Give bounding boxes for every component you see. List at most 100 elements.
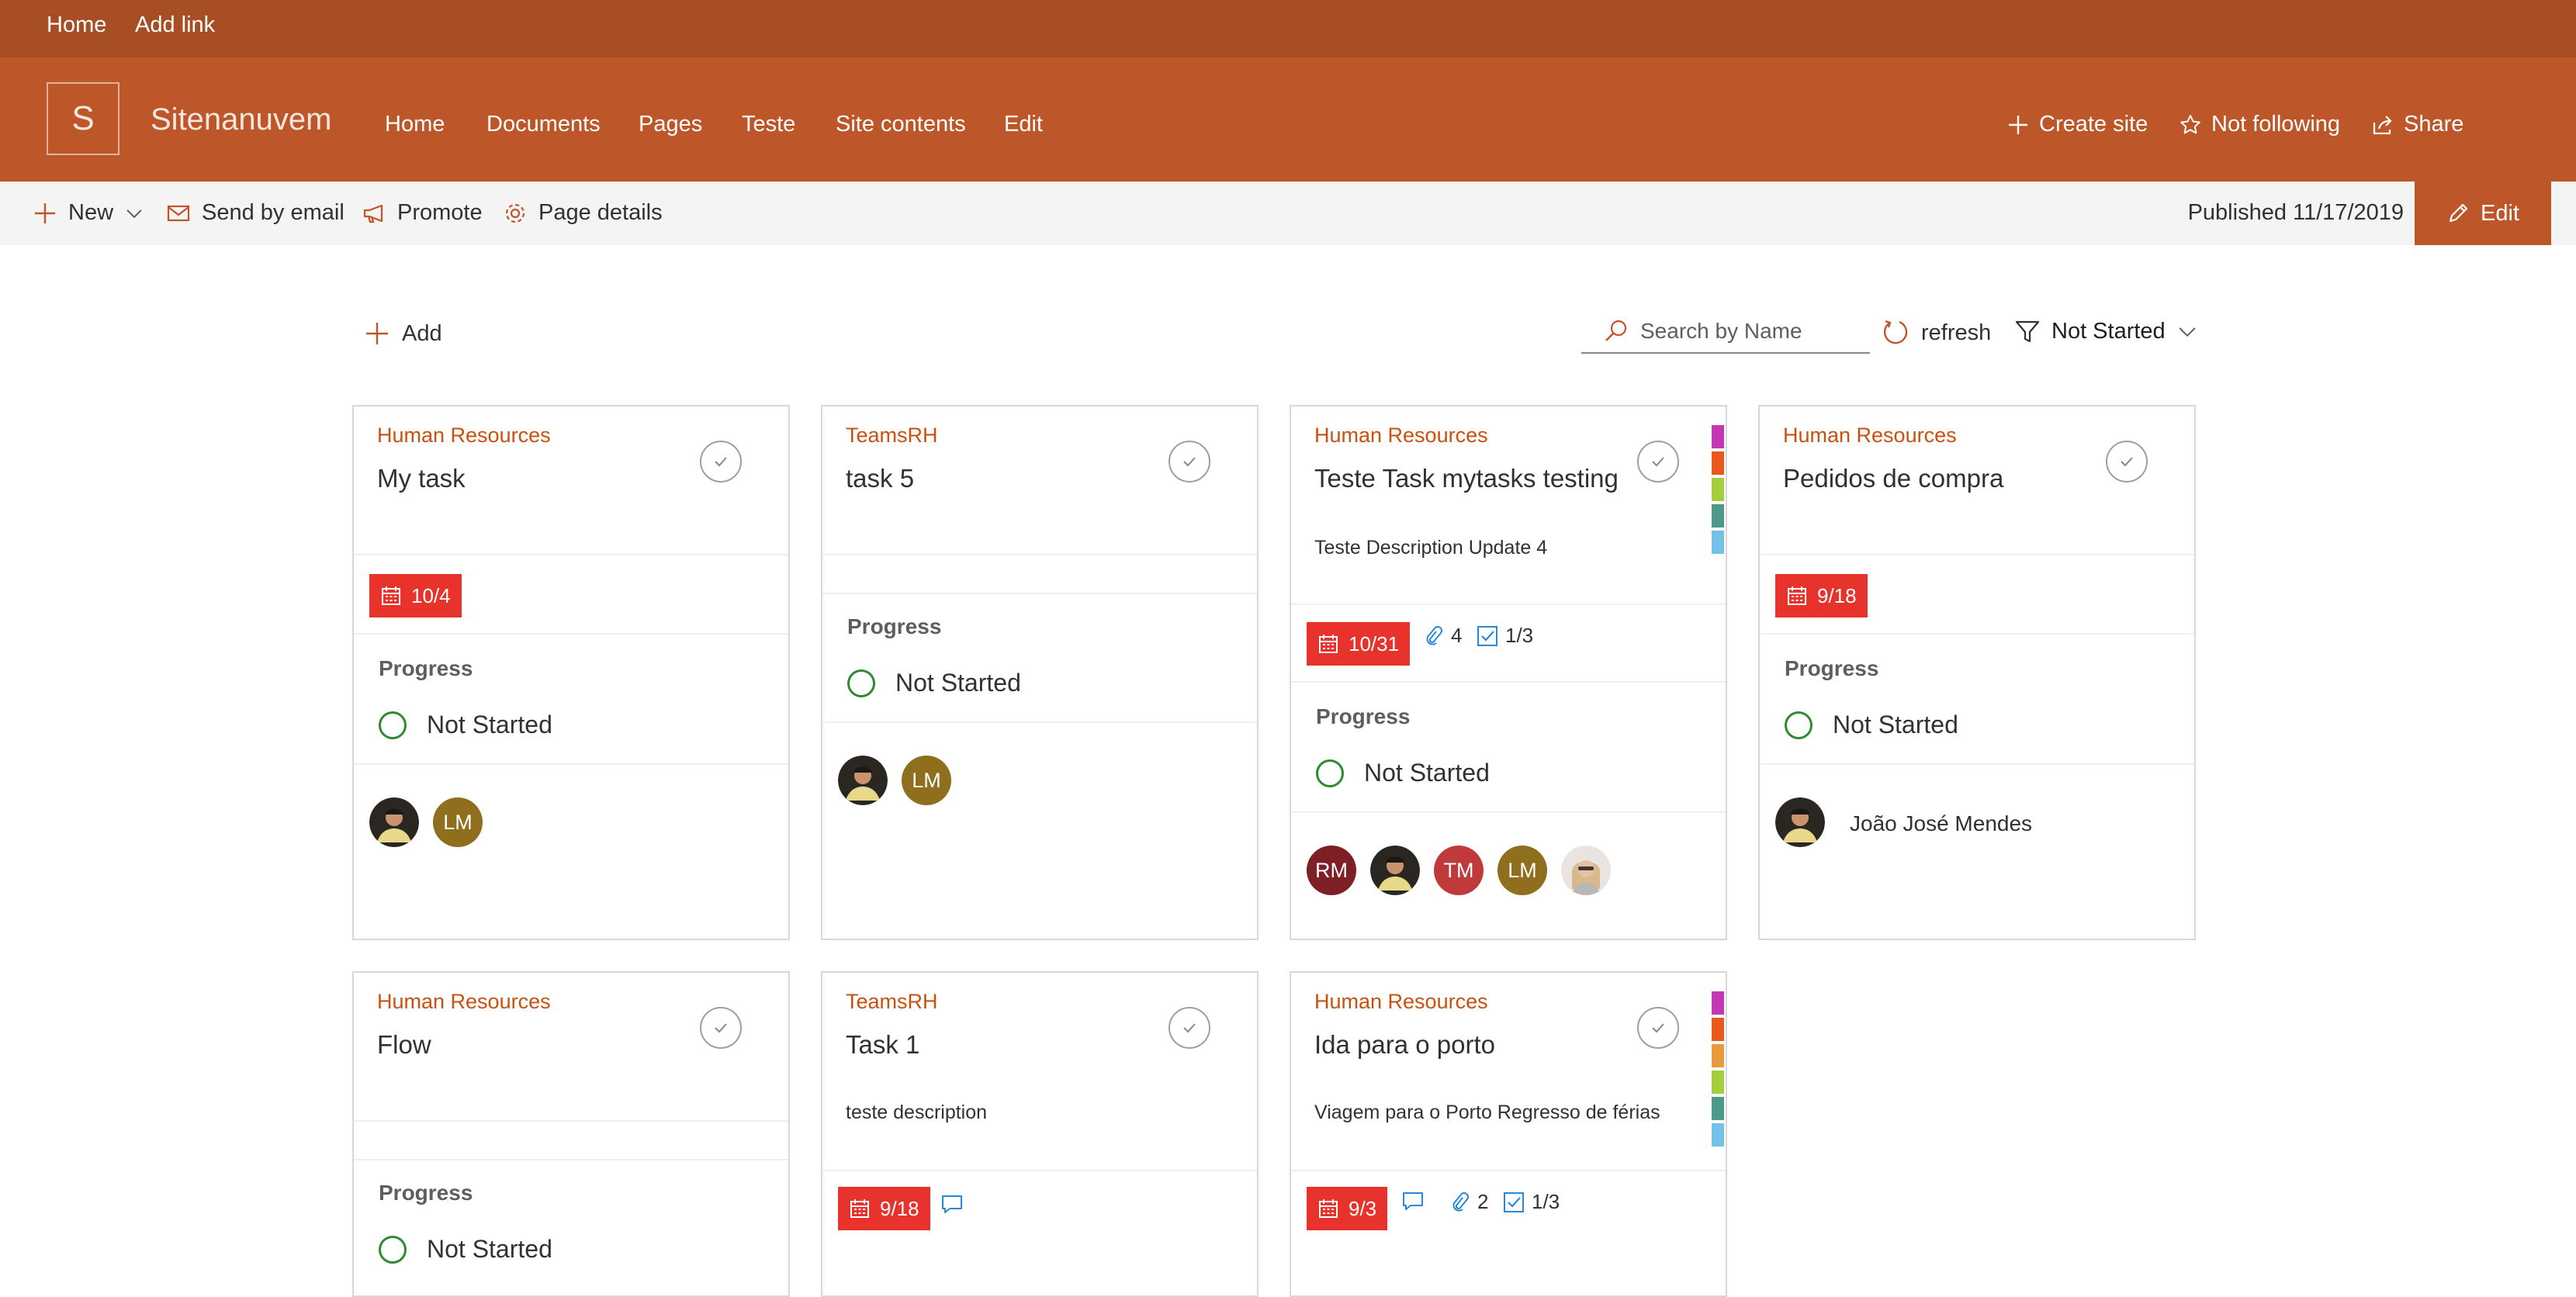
divider — [822, 721, 1257, 723]
task-title: Pedidos de compra — [1783, 464, 2004, 493]
avatar[interactable] — [1561, 846, 1611, 895]
task-group: Human Resources — [377, 424, 551, 447]
task-card[interactable]: Human Resources My task 10/4 Progress No… — [352, 405, 790, 940]
task-description: Teste Description Update 4 — [1314, 537, 1548, 559]
complete-task-button[interactable] — [2106, 441, 2148, 482]
nav-home[interactable]: Home — [385, 112, 445, 137]
calendar-icon — [1788, 586, 1806, 605]
search-input[interactable] — [1640, 319, 1865, 344]
refresh-button[interactable]: refresh — [1881, 318, 1991, 348]
published-date: Published 11/17/2019 — [2187, 200, 2404, 225]
due-date: 9/18 — [1817, 583, 1857, 607]
user-photo-icon — [1775, 797, 1825, 847]
not-started-icon — [379, 1235, 407, 1264]
divider — [1760, 633, 2194, 635]
category-tag — [1712, 1070, 1724, 1094]
checkmark-icon — [1652, 457, 1664, 467]
site-title[interactable]: Sitenanuvem — [151, 102, 331, 137]
category-strip — [1712, 991, 1724, 1147]
avatar[interactable]: TM — [1434, 846, 1484, 895]
promote-button[interactable]: Promote — [362, 200, 483, 226]
progress-status: Not Started — [379, 711, 552, 739]
avatar[interactable]: LM — [433, 797, 483, 847]
checkmark-icon — [2121, 457, 2133, 467]
calendar-icon — [1319, 635, 1338, 653]
page-details-label: Page details — [538, 200, 663, 225]
attachments-value: 2 — [1477, 1190, 1489, 1213]
send-by-email-button[interactable]: Send by email — [166, 200, 345, 226]
status-filter-dropdown[interactable]: Not Started — [2014, 318, 2198, 344]
divider — [1760, 763, 2194, 765]
topbar-link-add-link[interactable]: Add link — [135, 12, 215, 38]
not-started-icon — [1316, 759, 1344, 787]
task-card[interactable]: TeamsRH task 5 Progress Not Started LM — [821, 405, 1259, 940]
category-tag — [1712, 504, 1724, 527]
category-tag — [1712, 451, 1724, 475]
category-tag — [1712, 991, 1724, 1015]
nav-edit[interactable]: Edit — [1004, 112, 1043, 137]
task-card[interactable]: Human Resources Teste Task mytasks testi… — [1290, 405, 1727, 940]
task-group: TeamsRH — [846, 424, 938, 447]
checkmark-icon — [1183, 1023, 1196, 1033]
checkmark-icon — [715, 457, 727, 467]
share-button[interactable]: Share — [2371, 112, 2463, 137]
avatar[interactable]: RM — [1307, 846, 1356, 895]
progress-status: Not Started — [1785, 711, 1958, 739]
progress-value: Not Started — [895, 669, 1021, 697]
checkbox-icon — [1504, 1192, 1524, 1212]
progress-value: Not Started — [1833, 711, 1958, 738]
nav-site-contents[interactable]: Site contents — [836, 112, 966, 137]
complete-task-button[interactable] — [1169, 441, 1210, 482]
checkmark-icon — [1652, 1023, 1664, 1033]
site-logo[interactable]: S — [47, 82, 119, 155]
avatar[interactable] — [369, 797, 419, 847]
task-card[interactable]: Human Resources Ida para o porto Viagem … — [1290, 971, 1727, 1297]
create-site-button[interactable]: Create site — [2006, 112, 2148, 137]
command-bar: New Send by email Promote Page details P… — [0, 182, 2576, 245]
complete-task-button[interactable] — [700, 441, 742, 482]
avatar[interactable] — [838, 756, 888, 805]
due-date-badge: 9/3 — [1307, 1187, 1388, 1230]
progress-value: Not Started — [1364, 759, 1490, 787]
nav-documents[interactable]: Documents — [486, 112, 601, 137]
assignees: RM TM LM — [1307, 846, 1611, 895]
category-tag — [1712, 1123, 1724, 1147]
due-date: 9/18 — [880, 1196, 919, 1220]
promote-label: Promote — [397, 200, 483, 225]
share-icon — [2373, 115, 2392, 134]
complete-task-button[interactable] — [1169, 1007, 1210, 1049]
user-photo-icon — [1370, 846, 1420, 895]
progress-status: Not Started — [847, 669, 1021, 697]
task-card[interactable]: TeamsRH Task 1 teste description 9/18 — [821, 971, 1259, 1297]
follow-label: Not following — [2211, 112, 2341, 137]
follow-button[interactable]: Not following — [2179, 112, 2340, 137]
progress-label: Progress — [1785, 656, 1879, 680]
topbar-link-home[interactable]: Home — [47, 12, 106, 38]
progress-value: Not Started — [427, 711, 552, 738]
complete-task-button[interactable] — [1637, 1007, 1679, 1049]
complete-task-button[interactable] — [700, 1007, 742, 1049]
avatar[interactable] — [1775, 797, 1825, 847]
page-details-button[interactable]: Page details — [503, 200, 663, 226]
task-card[interactable]: Human Resources Pedidos de compra 9/18 P… — [1758, 405, 2196, 940]
avatar[interactable]: LM — [1497, 846, 1547, 895]
nav-pages[interactable]: Pages — [639, 112, 702, 137]
complete-task-button[interactable] — [1637, 441, 1679, 482]
task-card[interactable]: Human Resources Flow Progress Not Starte… — [352, 971, 790, 1297]
divider — [354, 763, 788, 765]
due-date: 9/3 — [1349, 1196, 1377, 1220]
category-tag — [1712, 425, 1724, 448]
edit-page-button[interactable]: Edit — [2415, 182, 2551, 245]
avatar[interactable]: LM — [902, 756, 951, 805]
nav-teste[interactable]: Teste — [742, 112, 795, 137]
divider — [1291, 681, 1726, 683]
avatar-initials: RM — [1315, 858, 1348, 882]
add-task-button[interactable]: Add — [363, 320, 442, 348]
task-group: Human Resources — [1314, 424, 1488, 447]
checklist-value: 1/3 — [1532, 1190, 1560, 1213]
task-title: Ida para o porto — [1314, 1030, 1495, 1059]
megaphone-icon — [363, 204, 383, 223]
calendar-icon — [382, 586, 400, 605]
new-button[interactable]: New — [33, 200, 144, 226]
avatar[interactable] — [1370, 846, 1420, 895]
